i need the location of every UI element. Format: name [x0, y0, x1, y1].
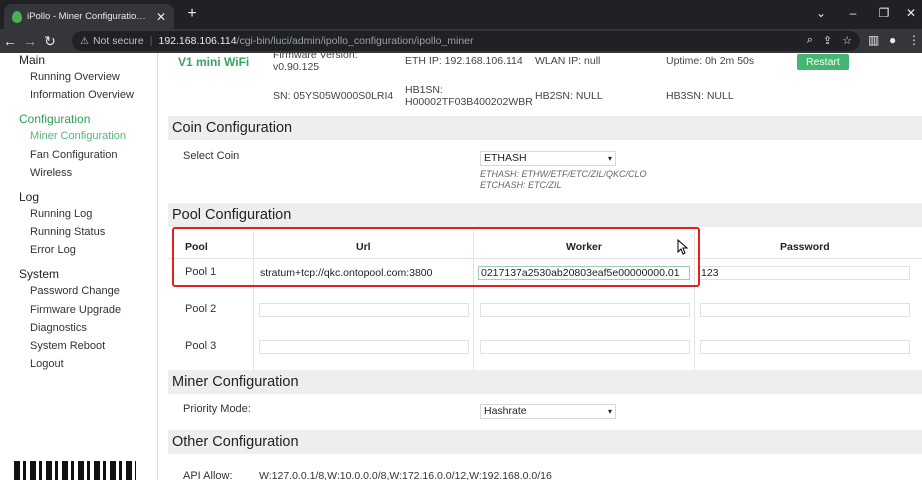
sidebar-section-main[interactable]: Main — [19, 53, 45, 67]
pool-2-password-input[interactable] — [700, 303, 910, 317]
sidebar-item-password-change[interactable]: Password Change — [30, 285, 120, 297]
zoom-icon[interactable]: ⌕ — [807, 34, 813, 47]
firmware-value: v0.90.125 — [273, 61, 320, 73]
sidebar-section-log[interactable]: Log — [19, 190, 39, 204]
sidebar-item-running-status[interactable]: Running Status — [30, 226, 105, 238]
eth-ip: ETH IP: 192.168.106.114 — [405, 55, 523, 67]
pool-3-password-input[interactable] — [700, 340, 910, 354]
restart-button[interactable]: Restart — [797, 54, 849, 70]
sidebar-item-running-log[interactable]: Running Log — [30, 208, 92, 220]
device-status: V1 mini WiFi Firmware Version: v0.90.125… — [160, 49, 922, 116]
highlight-box — [172, 227, 700, 287]
hb2sn: HB2SN: NULL — [535, 90, 603, 102]
priority-mode-value: Hashrate — [484, 405, 527, 417]
api-allow-value[interactable]: W:127.0.0.1/8,W:10.0.0.0/8,W:172.16.0.0/… — [259, 470, 552, 480]
forward-icon[interactable]: → — [20, 33, 40, 49]
select-coin-label: Select Coin — [183, 150, 240, 162]
minimize-icon[interactable]: – — [846, 6, 860, 20]
pool-3-url-input[interactable] — [259, 340, 469, 354]
tab-search-icon[interactable]: ⌄ — [814, 6, 828, 20]
miner-configuration-heading: Miner Configuration — [168, 370, 922, 394]
menu-kebab-icon[interactable]: ⋮ — [908, 33, 920, 47]
url-separator: | — [149, 35, 153, 47]
model-name: V1 mini WiFi — [178, 55, 250, 69]
browser-tabbar: iPollo - Miner Configuration - Lué ✕ + ⌄… — [0, 0, 922, 29]
reload-icon[interactable]: ↻ — [40, 33, 60, 50]
sidebar-panel-icon[interactable]: ▥ — [868, 33, 879, 47]
restore-icon[interactable]: ❐ — [877, 6, 891, 20]
sidebar: Main Running Overview Information Overvi… — [0, 53, 158, 480]
close-window-icon[interactable]: ✕ — [904, 6, 918, 20]
pool-2-url-input[interactable] — [259, 303, 469, 317]
sidebar-item-fan-configuration[interactable]: Fan Configuration — [30, 149, 117, 161]
pool-2-label: Pool 2 — [185, 303, 217, 315]
url-host: 192.168.106.114 — [158, 35, 237, 47]
sidebar-item-system-reboot[interactable]: System Reboot — [30, 340, 105, 352]
sidebar-item-firmware-upgrade[interactable]: Firmware Upgrade — [30, 304, 121, 316]
col-password: Password — [780, 241, 830, 253]
main-content: V1 mini WiFi Firmware Version: v0.90.125… — [160, 49, 922, 480]
hb1sn-value: H00002TF03B400202WBR — [405, 96, 533, 108]
not-secure-label: Not secure — [92, 35, 144, 47]
hb1sn-label: HB1SN: — [405, 84, 443, 96]
wlan-ip: WLAN IP: null — [535, 55, 601, 67]
bookmark-star-icon[interactable]: ☆ — [842, 34, 852, 47]
sidebar-item-logout[interactable]: Logout — [30, 358, 64, 370]
sidebar-item-information-overview[interactable]: Information Overview — [30, 89, 134, 101]
omnibox-icons: ⌕ ⇪ ☆ — [807, 34, 852, 47]
coin-select-value: ETHASH — [484, 152, 527, 164]
sidebar-item-error-log[interactable]: Error Log — [30, 244, 76, 256]
browser-toolbar: ← → ↻ ⚠ Not secure | 192.168.106.114 /cg… — [0, 29, 922, 53]
sidebar-item-miner-configuration[interactable]: Miner Configuration — [30, 130, 126, 142]
sidebar-item-running-overview[interactable]: Running Overview — [30, 71, 120, 83]
tab-title: iPollo - Miner Configuration - Lué — [27, 11, 151, 22]
hb3sn: HB3SN: NULL — [666, 90, 734, 102]
back-icon[interactable]: ← — [0, 33, 20, 49]
pool-3-label: Pool 3 — [185, 340, 217, 352]
pool-1-password-input[interactable]: 123 — [698, 266, 910, 280]
priority-mode-select[interactable]: Hashrate ▾ — [480, 404, 616, 419]
pool-2-worker-input[interactable] — [480, 303, 690, 317]
new-tab-icon[interactable]: + — [183, 5, 201, 23]
chevron-down-icon: ▾ — [607, 154, 612, 163]
coin-select[interactable]: ETHASH ▾ — [480, 151, 616, 166]
close-tab-icon[interactable]: ✕ — [156, 10, 166, 24]
profile-icon[interactable]: ● — [889, 33, 896, 47]
coin-configuration-heading: Coin Configuration — [168, 116, 922, 140]
serial-number: SN: 05YS05W000S0LRI4 — [273, 90, 394, 102]
sidebar-item-diagnostics[interactable]: Diagnostics — [30, 322, 87, 334]
qr-code-icon — [14, 461, 136, 480]
sidebar-item-wireless[interactable]: Wireless — [30, 167, 72, 179]
other-configuration-heading: Other Configuration — [168, 430, 922, 454]
mouse-cursor-icon — [677, 239, 689, 255]
priority-mode-label: Priority Mode: — [183, 403, 251, 415]
url-path: /cgi-bin/luci/admin/ipollo_configuration… — [236, 35, 474, 47]
firmware-label: Firmware Version: — [273, 49, 358, 61]
warning-icon: ⚠ — [80, 35, 89, 47]
sidebar-section-system[interactable]: System — [19, 267, 59, 281]
pool-3-worker-input[interactable] — [480, 340, 690, 354]
ethash-hint: ETHASH: ETHW/ETF/ETC/ZIL/QKC/CLO — [480, 169, 647, 179]
etchash-hint: ETCHASH: ETC/ZIL — [480, 180, 562, 190]
uptime: Uptime: 0h 2m 50s — [666, 55, 755, 67]
browser-tab[interactable]: iPollo - Miner Configuration - Lué ✕ — [4, 4, 174, 29]
chevron-down-icon: ▾ — [607, 407, 612, 416]
api-allow-label: API Allow: — [183, 470, 233, 480]
pool-configuration-heading: Pool Configuration — [168, 203, 922, 227]
share-icon[interactable]: ⇪ — [823, 34, 832, 47]
ipollo-favicon-icon — [12, 10, 22, 23]
sidebar-section-configuration[interactable]: Configuration — [19, 112, 90, 126]
address-bar[interactable]: ⚠ Not secure | 192.168.106.114 /cgi-bin/… — [72, 31, 860, 51]
